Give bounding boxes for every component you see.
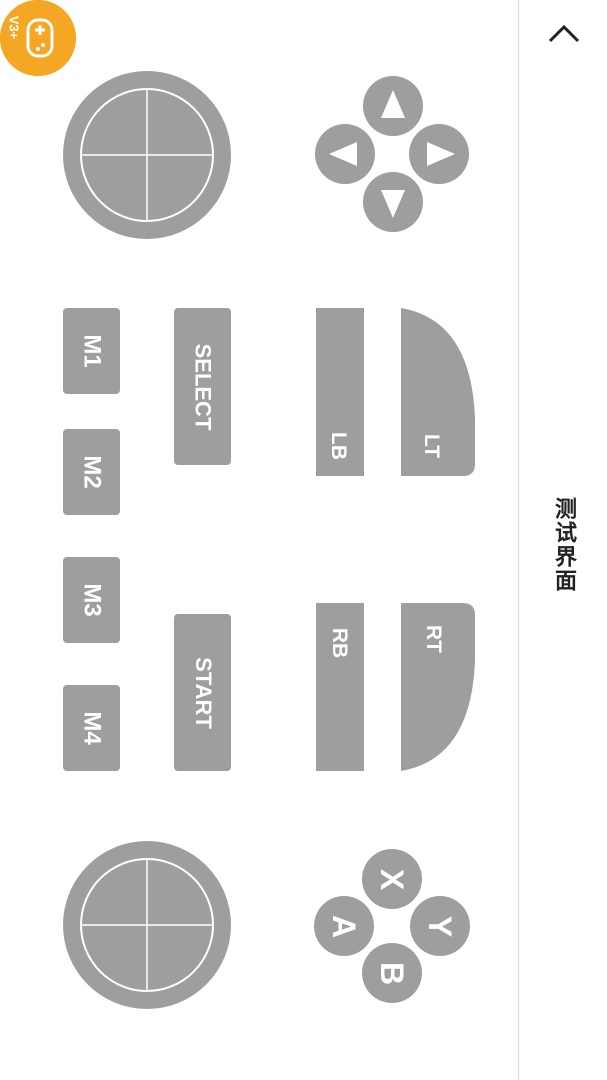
m2-button[interactable]: M2 (63, 429, 120, 515)
page-title-text: 测试界面 (552, 497, 577, 593)
x-label: X (374, 868, 411, 890)
lt-label: LT (420, 433, 444, 459)
m1-button[interactable]: M1 (63, 308, 120, 394)
lb-label: LB (327, 432, 350, 460)
dpad-down[interactable] (363, 172, 423, 232)
joystick-icon (63, 71, 231, 239)
a-button[interactable]: A (314, 896, 374, 956)
rb-label: RB (328, 627, 352, 659)
b-label: B (374, 961, 411, 985)
rb-button[interactable]: RB (316, 603, 364, 771)
y-label: Y (422, 915, 459, 937)
panel-divider (518, 0, 519, 1080)
chevron-up-icon (548, 24, 580, 43)
start-label: START (190, 656, 216, 729)
logo-text: V3+ (6, 15, 22, 40)
m3-label: M3 (78, 583, 106, 617)
app-logo: V3+ (0, 0, 76, 76)
x-button[interactable]: X (362, 849, 422, 909)
collapse-button[interactable] (546, 18, 582, 48)
a-label: A (326, 914, 363, 938)
joystick-icon (63, 841, 231, 1009)
select-button[interactable]: SELECT (174, 308, 231, 465)
lb-button[interactable]: LB (316, 308, 364, 476)
m4-label: M4 (78, 711, 106, 745)
page-title: 测试界面 (534, 470, 594, 620)
m1-label: M1 (78, 334, 106, 368)
b-button[interactable]: B (362, 943, 422, 1003)
left-joystick[interactable] (62, 70, 232, 240)
start-button[interactable]: START (174, 614, 231, 771)
m2-label: M2 (78, 455, 106, 489)
m4-button[interactable]: M4 (63, 685, 120, 771)
select-label: SELECT (190, 343, 216, 430)
m3-button[interactable]: M3 (63, 557, 120, 643)
rt-button[interactable]: RT (401, 603, 477, 771)
rt-label: RT (422, 625, 445, 653)
y-button[interactable]: Y (410, 896, 470, 956)
lt-button[interactable]: LT (401, 308, 477, 476)
right-joystick[interactable] (62, 840, 232, 1010)
arrow-down-icon (381, 190, 405, 218)
